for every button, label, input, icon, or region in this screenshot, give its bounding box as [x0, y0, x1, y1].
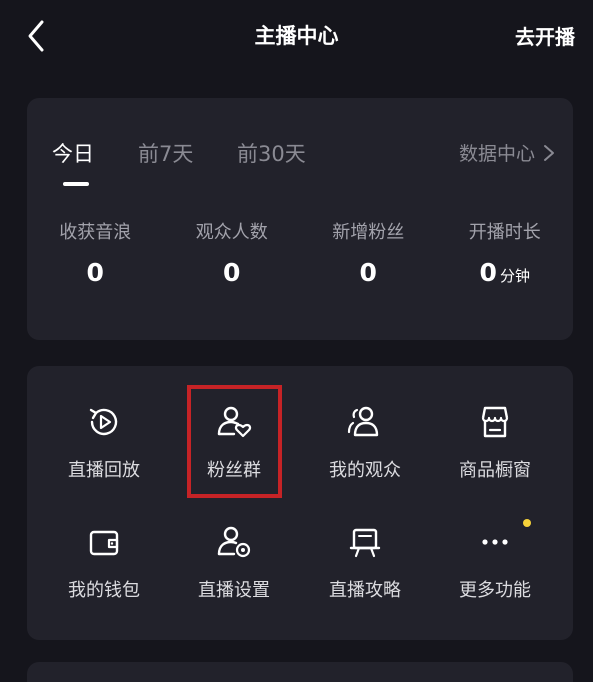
stat-value: 0: [479, 258, 497, 287]
live-settings-icon: [217, 526, 251, 558]
more-icon: [482, 539, 508, 545]
stat-unit: 分钟: [499, 267, 530, 285]
tab-last-30-days[interactable]: 前30天: [237, 138, 306, 168]
header: 主播中心 去开播: [0, 0, 593, 76]
tools-card: 直播回放 粉丝群 我的观众 商品橱窗 我的钱包 直播设置 直播攻略 更多功能: [27, 366, 573, 640]
period-tabs: 今日 前7天 前30天 数据中心: [27, 98, 573, 188]
stat-label: 开播时长: [468, 222, 541, 243]
tool-label: 粉丝群: [207, 460, 261, 481]
stat-label: 新增粉丝: [332, 222, 405, 243]
stat-value: 0: [359, 258, 377, 287]
tool-label: 更多功能: [459, 580, 531, 601]
tool-fan-group[interactable]: 粉丝群: [169, 402, 299, 482]
page-title: 主播中心: [254, 24, 339, 48]
stats-card: 今日 前7天 前30天 数据中心 收获音浪 0 观众人数 0 新增粉丝 0 开播…: [27, 98, 573, 340]
stat-label: 观众人数: [195, 222, 268, 243]
active-tab-indicator: [63, 182, 89, 186]
stat-new-followers: 新增粉丝 0: [300, 218, 437, 287]
tab-last-7-days[interactable]: 前7天: [138, 138, 193, 168]
fan-group-icon: [217, 406, 252, 438]
live-guide-icon: [349, 528, 381, 558]
notification-dot: [523, 519, 531, 527]
stat-value: 0: [86, 258, 104, 287]
chevron-left-icon: [28, 20, 44, 52]
anchor-center-page: 主播中心 去开播 今日 前7天 前30天 数据中心 收获音浪 0 观众人数 0: [0, 0, 593, 682]
next-card: [27, 662, 573, 682]
stats-row: 收获音浪 0 观众人数 0 新增粉丝 0 开播时长 0 分钟: [27, 218, 573, 287]
tool-label: 直播攻略: [329, 580, 401, 601]
tool-label: 直播设置: [198, 580, 270, 601]
tool-my-wallet[interactable]: 我的钱包: [39, 522, 169, 602]
tool-live-replay[interactable]: 直播回放: [39, 402, 169, 482]
chevron-right-icon: [544, 144, 554, 161]
wallet-icon: [89, 530, 119, 556]
shop-window-icon: [481, 406, 509, 438]
tool-label: 商品橱窗: [459, 460, 531, 481]
tool-my-audience[interactable]: 我的观众: [300, 402, 430, 482]
tool-live-settings[interactable]: 直播设置: [169, 522, 299, 602]
stat-value: 0: [223, 258, 241, 287]
stat-label: 收获音浪: [59, 222, 132, 243]
stat-viewer-count: 观众人数 0: [164, 218, 301, 287]
tool-live-guide[interactable]: 直播攻略: [300, 522, 430, 602]
back-button[interactable]: [18, 18, 54, 54]
tab-today[interactable]: 今日: [52, 138, 94, 168]
tool-label: 我的钱包: [68, 580, 140, 601]
stat-earned-sound-waves: 收获音浪 0: [27, 218, 164, 287]
audience-icon: [347, 406, 379, 437]
tool-label: 直播回放: [68, 460, 140, 481]
data-center-label: 数据中心: [458, 143, 535, 165]
stat-live-duration: 开播时长 0 分钟: [437, 218, 574, 287]
data-center-link[interactable]: 数据中心: [459, 139, 555, 166]
tool-shop-window[interactable]: 商品橱窗: [430, 402, 560, 482]
tool-label: 我的观众: [329, 460, 401, 481]
go-live-button[interactable]: 去开播: [515, 21, 575, 50]
replay-icon: [89, 408, 118, 436]
tool-more-features[interactable]: 更多功能: [430, 522, 560, 602]
